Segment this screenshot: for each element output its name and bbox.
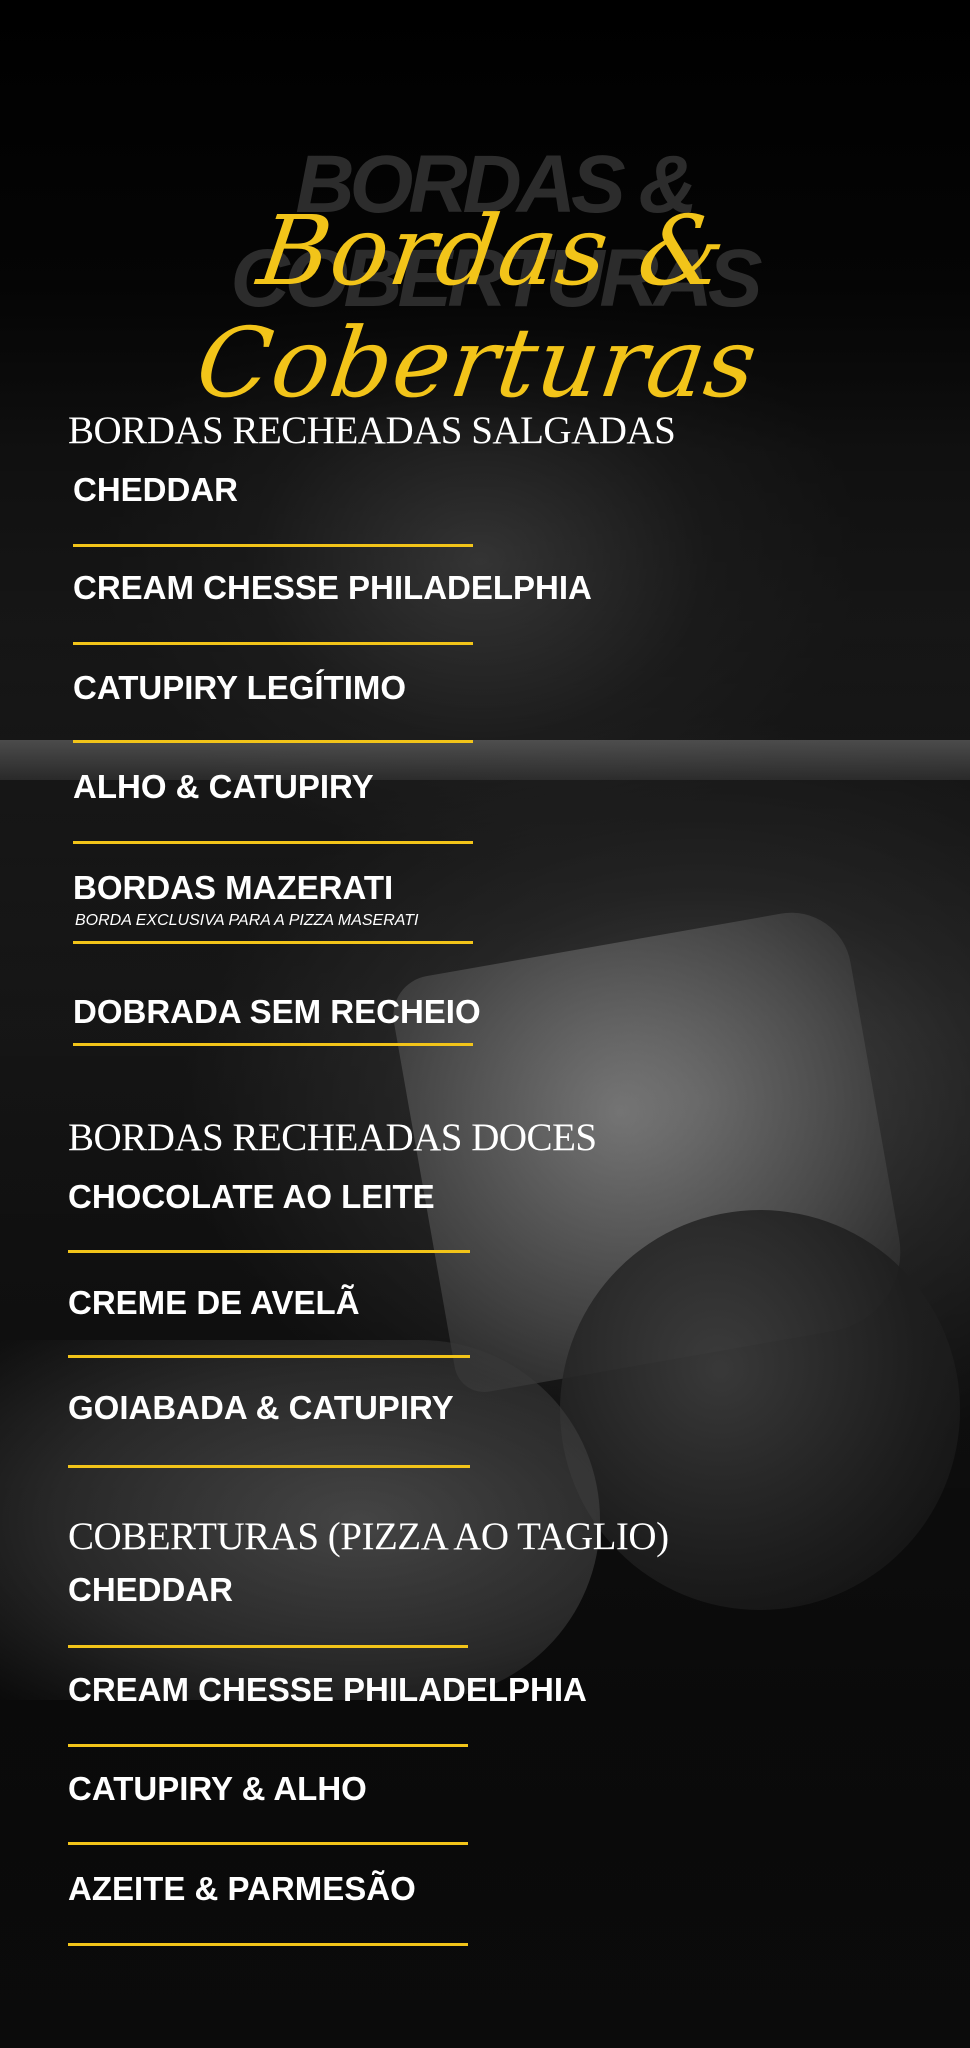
menu-item-catupiry-legitimo: CATUPIRY LEGÍTIMO	[73, 669, 407, 706]
divider	[68, 1943, 468, 1946]
divider	[73, 642, 473, 645]
divider	[68, 1465, 470, 1468]
divider	[73, 1043, 473, 1046]
divider	[68, 1842, 468, 1845]
page-title: Bordas & Coberturas	[190, 195, 765, 419]
menu-page: BORDAS & COBERTURAS Bordas & Coberturas …	[0, 0, 970, 2048]
section-title-doces: BORDAS RECHEADAS DOCES	[68, 1116, 597, 1159]
divider	[73, 740, 473, 743]
divider	[73, 841, 473, 844]
section-title-salgadas: BORDAS RECHEADAS SALGADAS	[68, 409, 676, 452]
divider	[68, 1645, 468, 1648]
menu-item-creme-de-avela: CREME DE AVELÃ	[68, 1284, 360, 1321]
menu-item-catupiry-alho: CATUPIRY & ALHO	[68, 1770, 367, 1807]
menu-item-goiabada-catupiry: GOIABADA & CATUPIRY	[68, 1389, 454, 1426]
menu-item-cream-chesse-philadelphia: CREAM CHESSE PHILADELPHIA	[73, 569, 592, 606]
divider	[73, 544, 473, 547]
menu-item-cheddar: CHEDDAR	[73, 471, 238, 508]
menu-item-alho-catupiry: ALHO & CATUPIRY	[73, 768, 374, 805]
menu-item-cream-chesse-philadelphia: CREAM CHESSE PHILADELPHIA	[68, 1671, 587, 1708]
menu-item-azeite-parmesao: AZEITE & PARMESÃO	[68, 1870, 416, 1907]
menu-item-cheddar: CHEDDAR	[68, 1571, 233, 1608]
divider	[68, 1355, 470, 1358]
divider	[68, 1250, 470, 1253]
divider	[73, 941, 473, 944]
menu-item-note: BORDA EXCLUSIVA PARA A PIZZA MASERATI	[75, 912, 419, 929]
menu-item-bordas-mazerati: BORDAS MAZERATI	[73, 869, 394, 906]
section-title-coberturas: COBERTURAS (PIZZA AO TAGLIO)	[68, 1515, 669, 1558]
menu-item-dobrada-sem-recheio: DOBRADA SEM RECHEIO	[73, 993, 481, 1030]
divider	[68, 1744, 468, 1747]
menu-item-chocolate-ao-leite: CHOCOLATE AO LEITE	[68, 1178, 435, 1215]
